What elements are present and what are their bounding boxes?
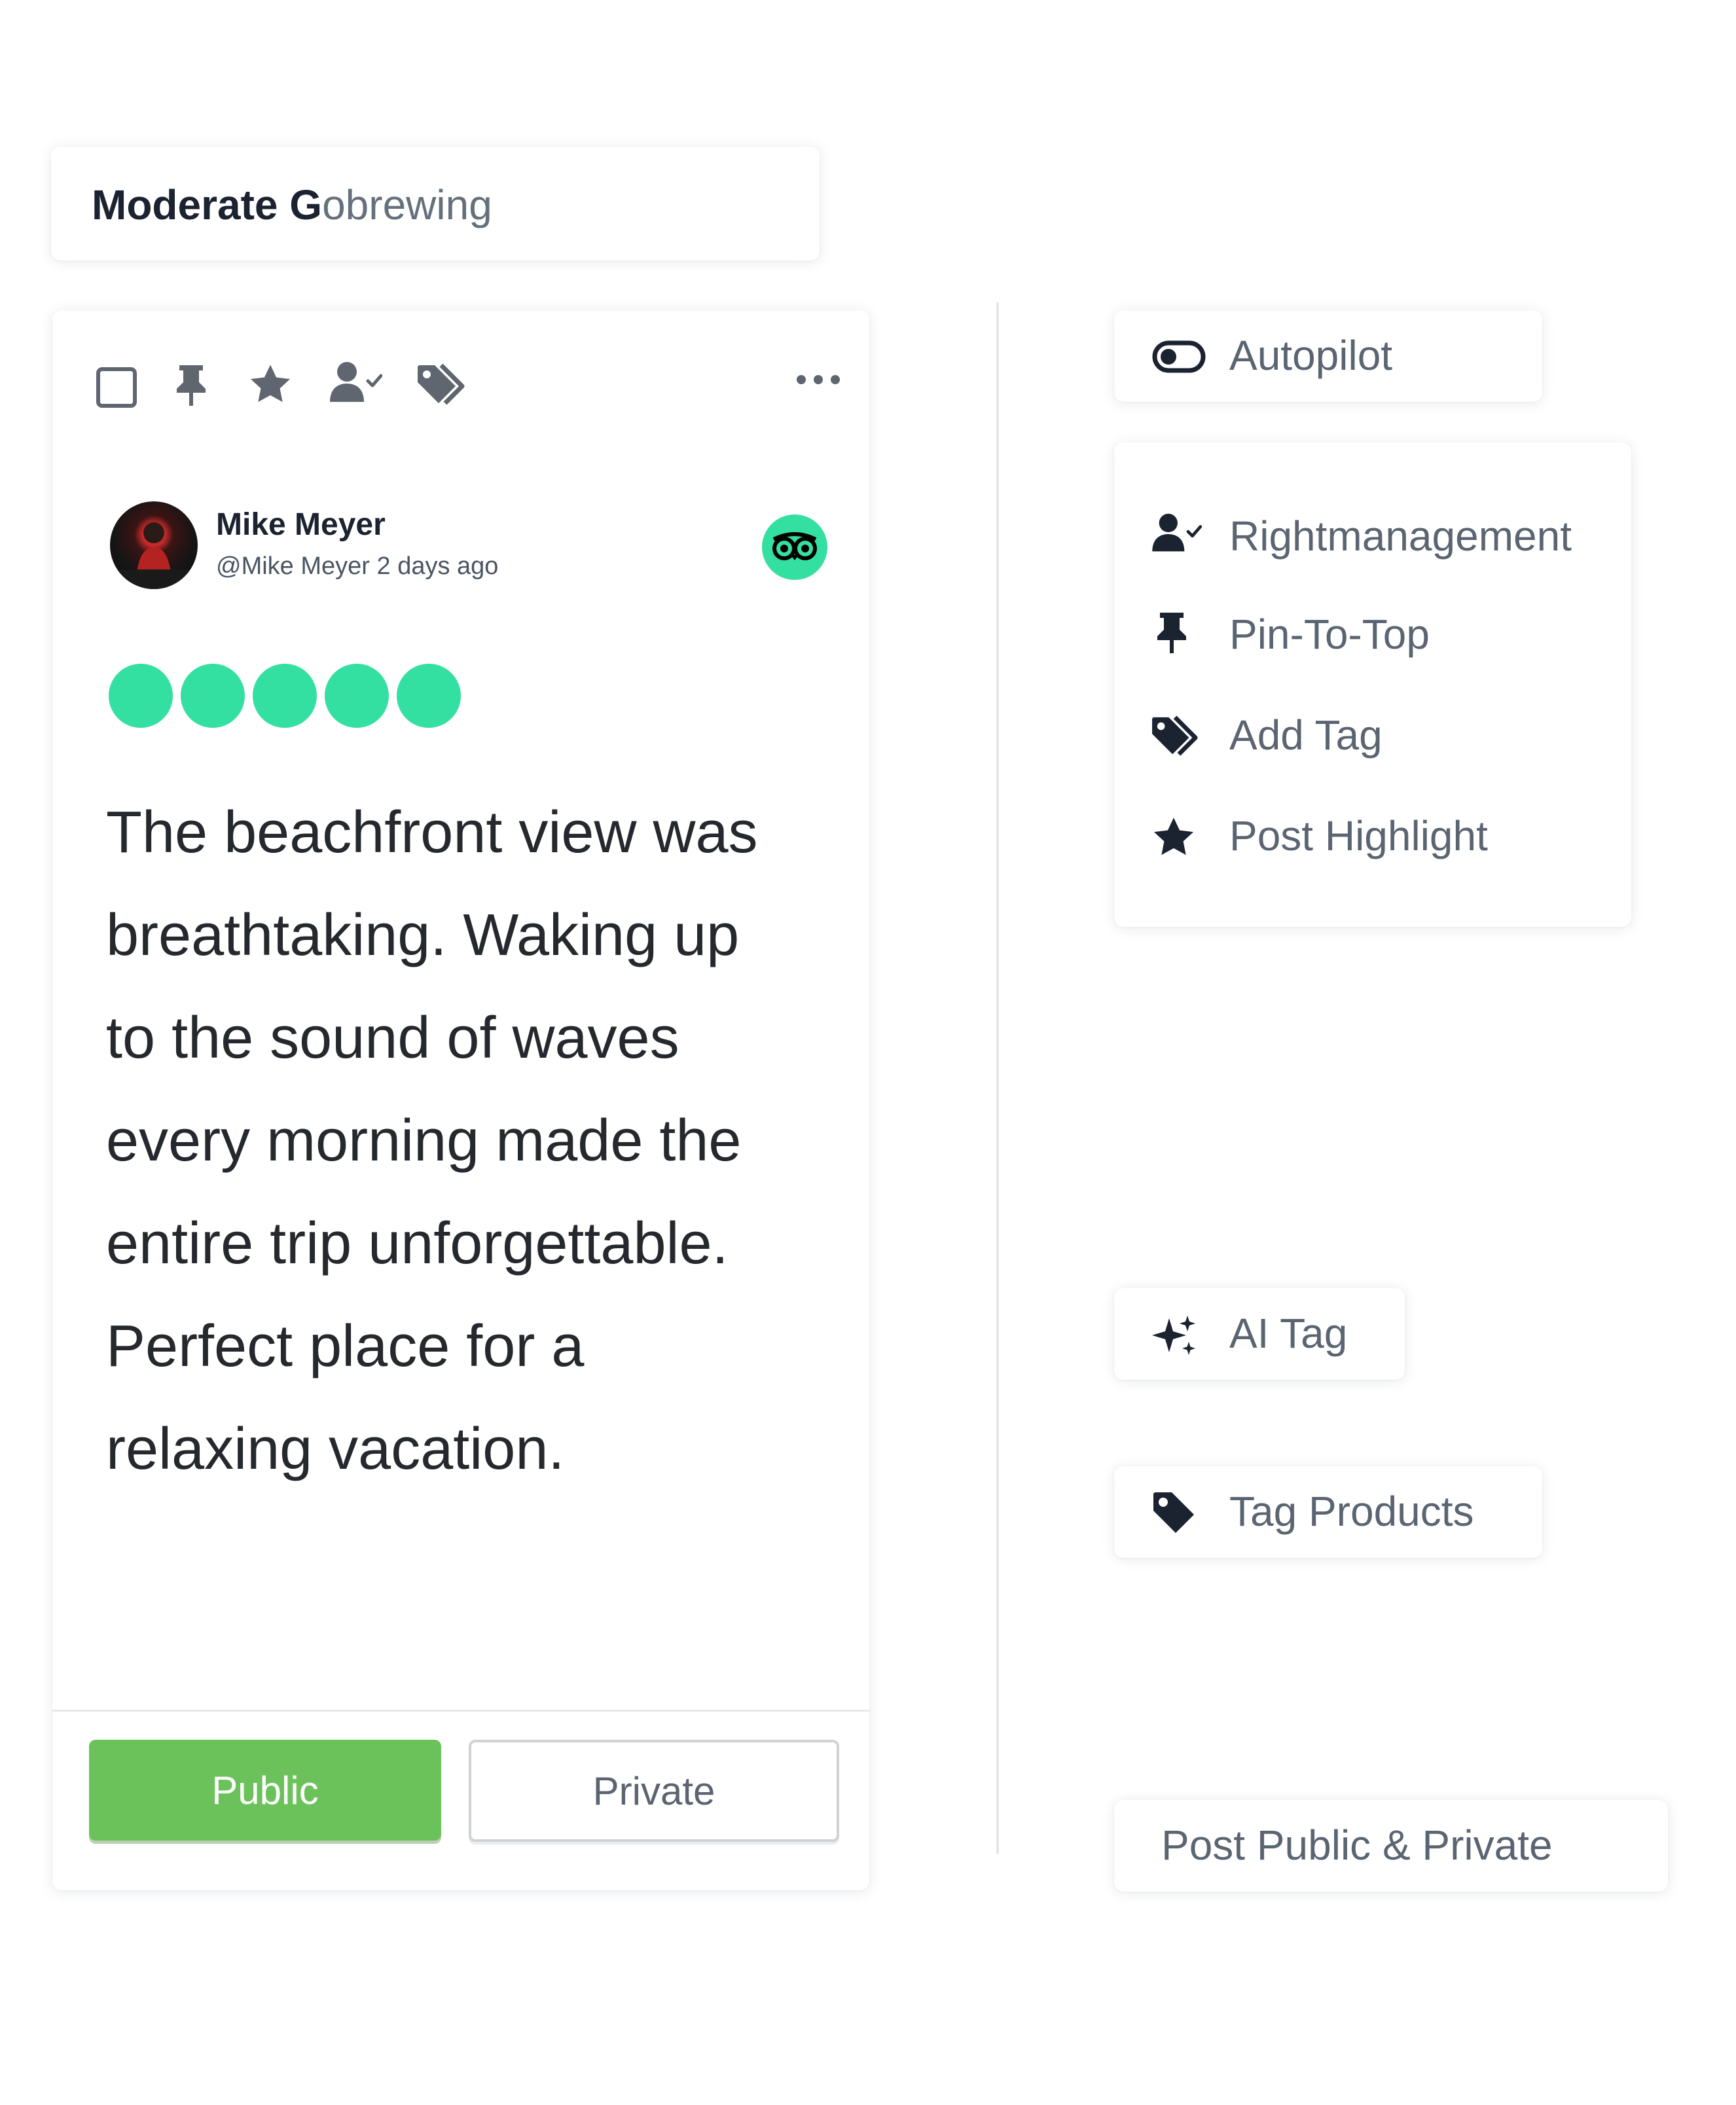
tag-products-item[interactable]: Tag Products: [1114, 1466, 1542, 1558]
star-icon[interactable]: [247, 361, 293, 407]
post-public-private-item[interactable]: Post Public & Private: [1114, 1800, 1668, 1892]
rating-bubble: [253, 664, 317, 728]
review-line: Perfect place for a: [106, 1314, 585, 1379]
user-check-icon[interactable]: [330, 360, 382, 406]
card-toolbar: [96, 347, 842, 412]
review-line: every morning made the: [106, 1108, 742, 1174]
review-line: to the sound of waves: [106, 1005, 679, 1071]
author-handle: @Mike Meyer 2 days ago: [216, 552, 499, 580]
pin-icon[interactable]: [173, 363, 209, 408]
page-title: Moderate Gobrewing: [92, 181, 492, 229]
autopilot-label: Autopilot: [1229, 332, 1393, 379]
checkbox-icon[interactable]: [96, 367, 137, 408]
tripadvisor-icon: [762, 514, 827, 580]
author-name: Mike Meyer: [216, 507, 386, 542]
star-icon: [1151, 814, 1197, 860]
tag-icon: [1152, 1490, 1197, 1534]
title-light: obrewing: [322, 181, 492, 228]
review-line: The beachfront view was: [106, 800, 758, 865]
menu-item-label: Pin-To-Top: [1229, 611, 1430, 658]
review-card: Mike Meyer @Mike Meyer 2 days ago The be…: [52, 310, 869, 1890]
rating-bubble: [397, 664, 461, 728]
card-footer-divider: [52, 1710, 869, 1712]
ai-tag-label: AI Tag: [1229, 1310, 1348, 1357]
post-public-private-label: Post Public & Private: [1161, 1822, 1553, 1869]
feature-menu: Rightmanagement Pin-To-Top Add Tag Post …: [1114, 442, 1631, 927]
moderate-title-box: Moderate Gobrewing: [51, 147, 820, 261]
vertical-divider: [996, 302, 999, 1854]
tags-icon[interactable]: [416, 363, 469, 410]
rating-bubble: [181, 664, 245, 728]
rating-bubble: [325, 664, 389, 728]
review-line: entire trip unforgettable.: [106, 1211, 729, 1276]
rating-bubble: [109, 664, 173, 728]
avatar: [110, 501, 198, 589]
more-icon[interactable]: [795, 372, 842, 387]
menu-item-label: Rightmanagement: [1229, 513, 1572, 560]
autopilot-item[interactable]: Autopilot: [1114, 310, 1542, 402]
review-line: breathtaking. Waking up: [106, 903, 740, 968]
sparkles-icon: [1152, 1314, 1198, 1358]
tag-products-label: Tag Products: [1229, 1488, 1474, 1535]
title-strong: Moderate G: [92, 181, 323, 228]
menu-item-label: Post Highlight: [1229, 812, 1488, 859]
user-check-icon: [1151, 512, 1203, 555]
toggle-icon: [1152, 340, 1206, 373]
review-text: The beachfront view was breathtaking. Wa…: [106, 782, 852, 1501]
public-button[interactable]: Public: [89, 1740, 441, 1841]
ai-tag-item[interactable]: AI Tag: [1114, 1288, 1405, 1380]
pin-icon: [1153, 610, 1190, 656]
review-line: relaxing vacation.: [106, 1416, 565, 1482]
tags-icon: [1151, 715, 1202, 761]
menu-item-label: Add Tag: [1229, 711, 1383, 759]
private-button[interactable]: Private: [469, 1740, 839, 1842]
